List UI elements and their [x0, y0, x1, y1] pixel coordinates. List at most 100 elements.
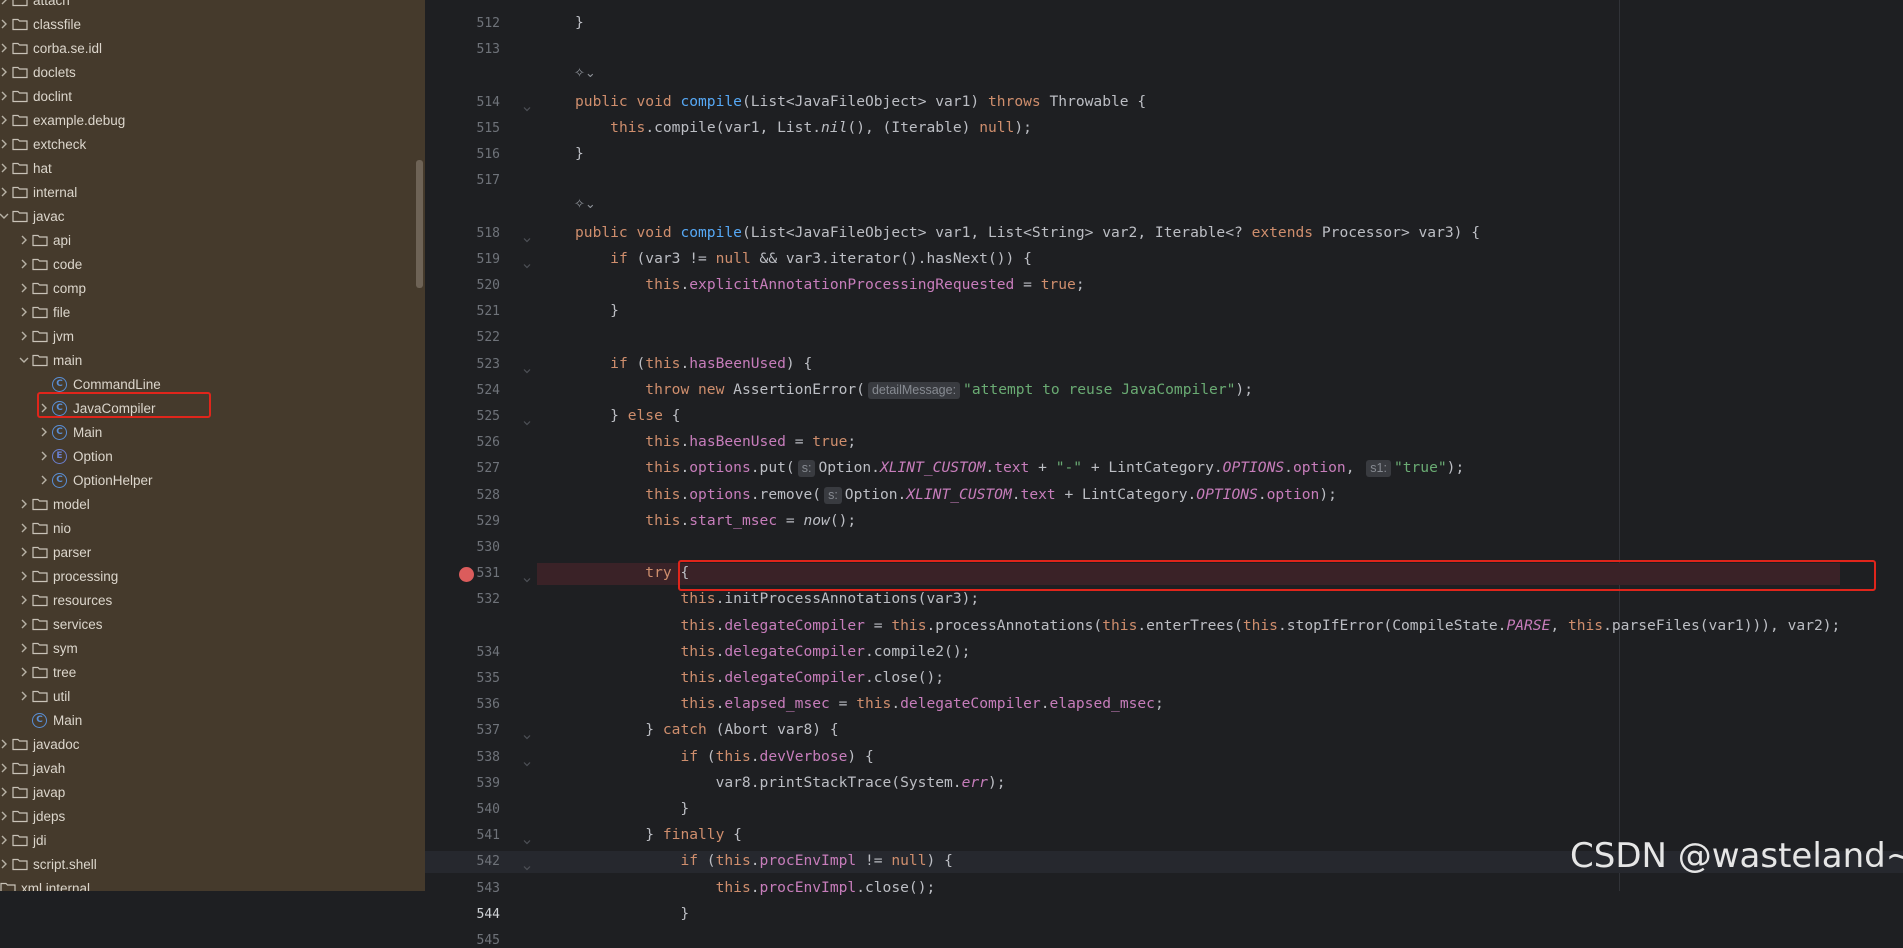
chevron-right-icon[interactable] — [0, 180, 12, 204]
chevron-right-icon[interactable] — [0, 108, 12, 132]
code-line[interactable]: this.procEnvImpl.close(); — [575, 877, 936, 899]
tree-item-tree[interactable]: tree — [16, 660, 76, 684]
chevron-down-icon[interactable] — [16, 348, 32, 372]
code-line[interactable]: if (var3 != null && var3.iterator().hasN… — [575, 248, 1032, 270]
tree-item-model[interactable]: model — [16, 492, 90, 516]
fold-chevron-icon[interactable] — [522, 729, 532, 740]
tree-item-jdi[interactable]: jdi — [0, 828, 47, 852]
chevron-right-icon[interactable] — [16, 684, 32, 708]
code-line[interactable]: this.delegateCompiler.compile2(); — [575, 641, 970, 663]
tree-item-doclint[interactable]: doclint — [0, 84, 72, 108]
code-line[interactable]: var8.printStackTrace(System.err); — [575, 772, 1006, 794]
chevron-right-icon[interactable] — [16, 300, 32, 324]
chevron-right-icon[interactable] — [16, 588, 32, 612]
ai-assist-icon[interactable]: ✧⌄ — [574, 66, 596, 81]
chevron-right-icon[interactable] — [0, 804, 12, 828]
chevron-right-icon[interactable] — [16, 636, 32, 660]
fold-chevron-icon[interactable] — [522, 860, 532, 871]
code-line[interactable]: } else { — [575, 405, 680, 427]
tree-item-internal[interactable]: internal — [0, 180, 77, 204]
code-line-breakpoint[interactable]: this.delegateCompiler = this.processAnno… — [575, 615, 1840, 637]
code-line[interactable]: } — [575, 143, 584, 165]
code-line[interactable]: public void compile(List<JavaFileObject>… — [575, 91, 1146, 113]
fold-chevron-icon[interactable] — [522, 232, 532, 242]
chevron-right-icon[interactable] — [0, 732, 12, 756]
code-line[interactable]: this.options.remove(s: Option.XLINT_CUSTO… — [575, 484, 1337, 506]
code-line[interactable]: this.explicitAnnotationProcessingRequest… — [575, 274, 1084, 296]
tree-item-xml-internal[interactable]: xml.internal — [0, 876, 90, 891]
code-line[interactable]: } catch (Abort var8) { — [575, 719, 838, 741]
chevron-right-icon[interactable] — [0, 156, 12, 180]
code-line[interactable]: try { — [575, 562, 689, 584]
code-line[interactable]: if (this.devVerbose) { — [575, 746, 873, 768]
tree-item-javadoc[interactable]: javadoc — [0, 732, 80, 756]
tree-item-resources[interactable]: resources — [16, 588, 112, 612]
chevron-right-icon[interactable] — [16, 228, 32, 252]
chevron-right-icon[interactable] — [36, 444, 52, 468]
tree-item-optionhelper[interactable]: C OptionHelper — [36, 468, 153, 492]
tree-item-sym[interactable]: sym — [16, 636, 78, 660]
tree-item-code[interactable]: code — [16, 252, 82, 276]
code-line[interactable]: } — [575, 798, 689, 820]
chevron-right-icon[interactable] — [16, 612, 32, 636]
code-line[interactable]: if (this.procEnvImpl != null) { — [575, 850, 952, 872]
tree-item-extcheck[interactable]: extcheck — [0, 132, 86, 156]
tree-item-script-shell[interactable]: script.shell — [0, 852, 97, 876]
tree-item-jdeps[interactable]: jdeps — [0, 804, 65, 828]
chevron-right-icon[interactable] — [16, 252, 32, 276]
fold-chevron-icon[interactable] — [522, 572, 532, 583]
chevron-down-icon[interactable] — [0, 204, 12, 228]
chevron-right-icon[interactable] — [36, 468, 52, 492]
tree-item-util[interactable]: util — [16, 684, 70, 708]
code-line[interactable]: } — [575, 12, 584, 34]
code-line[interactable]: throw new AssertionError(detailMessage: "… — [575, 379, 1253, 401]
fold-chevron-icon[interactable] — [522, 756, 532, 766]
chevron-right-icon[interactable] — [16, 516, 32, 540]
chevron-right-icon[interactable] — [0, 12, 12, 36]
tree-item-jvm[interactable]: jvm — [16, 324, 74, 348]
tree-item-example-debug[interactable]: example.debug — [0, 108, 125, 132]
chevron-right-icon[interactable] — [36, 420, 52, 444]
chevron-right-icon[interactable] — [0, 132, 12, 156]
fold-chevron-icon[interactable] — [522, 834, 532, 845]
chevron-right-icon[interactable] — [16, 660, 32, 684]
chevron-right-icon[interactable] — [16, 540, 32, 564]
tree-item-option[interactable]: E Option — [36, 444, 113, 468]
code-line[interactable]: this.hasBeenUsed = true; — [575, 431, 856, 453]
tree-item-file[interactable]: file — [16, 300, 70, 324]
chevron-right-icon[interactable] — [16, 564, 32, 588]
chevron-right-icon[interactable] — [0, 36, 12, 60]
chevron-right-icon[interactable] — [0, 60, 12, 84]
tree-item-parser[interactable]: parser — [16, 540, 91, 564]
tree-item-main[interactable]: C Main — [16, 708, 82, 732]
tree-item-classfile[interactable]: classfile — [0, 12, 81, 36]
code-line[interactable]: } — [575, 903, 689, 925]
chevron-right-icon[interactable] — [0, 756, 12, 780]
fold-chevron-icon[interactable] — [522, 101, 532, 111]
chevron-right-icon[interactable] — [0, 780, 12, 804]
chevron-right-icon[interactable] — [0, 852, 12, 876]
code-line[interactable]: this.options.put(s: Option.XLINT_CUSTOM.t… — [575, 457, 1464, 479]
tree-item-javap[interactable]: javap — [0, 780, 65, 804]
fold-chevron-icon[interactable] — [522, 258, 532, 269]
code-line[interactable]: this.elapsed_msec = this.delegateCompile… — [575, 693, 1163, 715]
tree-item-comp[interactable]: comp — [16, 276, 86, 300]
tree-item-doclets[interactable]: doclets — [0, 60, 76, 84]
code-line[interactable]: public void compile(List<JavaFileObject>… — [575, 222, 1480, 244]
code-line[interactable]: } — [575, 300, 619, 322]
tree-item-attach[interactable]: attach — [0, 0, 70, 12]
tree-item-javah[interactable]: javah — [0, 756, 65, 780]
code-line[interactable]: this.delegateCompiler.close(); — [575, 667, 944, 689]
tree-item-nio[interactable]: nio — [16, 516, 71, 540]
chevron-right-icon[interactable] — [16, 492, 32, 516]
code-line[interactable]: this.compile(var1, List.nil(), (Iterable… — [575, 117, 1032, 139]
chevron-right-icon[interactable] — [0, 0, 12, 12]
code-line[interactable]: this.start_msec = now(); — [575, 510, 856, 532]
code-line[interactable]: } finally { — [575, 824, 742, 846]
chevron-right-icon[interactable] — [0, 84, 12, 108]
fold-chevron-icon[interactable] — [522, 363, 532, 373]
tree-scrollbar[interactable] — [416, 160, 423, 288]
tree-item-hat[interactable]: hat — [0, 156, 52, 180]
chevron-right-icon[interactable] — [16, 276, 32, 300]
tree-item-services[interactable]: services — [16, 612, 103, 636]
